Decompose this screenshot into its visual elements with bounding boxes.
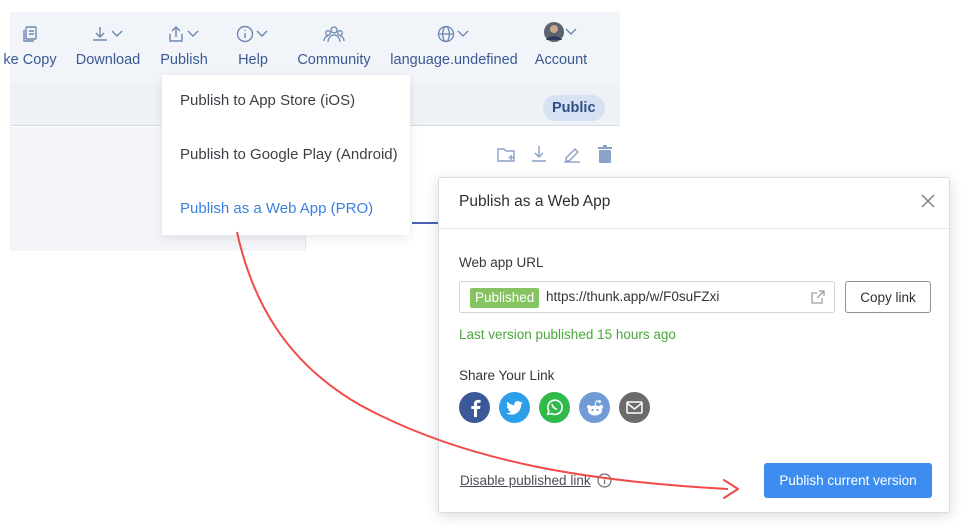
menu-item-web-app[interactable]: Publish as a Web App (PRO) bbox=[180, 200, 373, 217]
published-status-tag: Published bbox=[470, 288, 540, 308]
avatar bbox=[544, 22, 577, 42]
publish-current-version-button[interactable]: Publish current version bbox=[764, 463, 932, 498]
reddit-icon[interactable] bbox=[579, 392, 610, 423]
publish-web-app-dialog: Publish as a Web App Web app URL Publish… bbox=[438, 177, 950, 513]
external-link-icon[interactable] bbox=[810, 290, 825, 305]
publish-menu-button[interactable]: Publish bbox=[156, 12, 212, 84]
copy-icon bbox=[23, 26, 37, 42]
share-icon bbox=[169, 26, 199, 42]
visibility-badge[interactable]: Public bbox=[543, 95, 605, 121]
chevron-down-icon bbox=[457, 30, 469, 37]
email-icon[interactable] bbox=[619, 392, 650, 423]
info-icon bbox=[236, 25, 268, 43]
trash-icon[interactable] bbox=[596, 144, 614, 164]
close-icon[interactable] bbox=[919, 192, 937, 210]
add-folder-icon[interactable] bbox=[496, 144, 516, 164]
share-buttons bbox=[459, 392, 650, 423]
web-app-url-text[interactable]: https://thunk.app/w/F0suFZxi bbox=[546, 289, 719, 304]
whatsapp-icon[interactable] bbox=[539, 392, 570, 423]
account-label: Account bbox=[534, 52, 588, 68]
download-icon bbox=[93, 27, 123, 41]
dialog-divider bbox=[439, 228, 949, 229]
globe-icon bbox=[437, 25, 469, 43]
language-label: language.undefined bbox=[390, 52, 518, 68]
dialog-title: Publish as a Web App bbox=[459, 193, 611, 210]
help-menu-button[interactable]: Help bbox=[232, 12, 274, 84]
chevron-down-icon bbox=[256, 30, 268, 37]
help-label: Help bbox=[238, 52, 268, 68]
chevron-down-icon bbox=[565, 28, 577, 35]
chevron-down-icon bbox=[111, 30, 123, 37]
account-menu-button[interactable]: Account bbox=[532, 12, 590, 84]
tab-active-indicator bbox=[412, 222, 440, 224]
make-copy-button[interactable]: ke Copy bbox=[2, 12, 58, 84]
last-version-status: Last version published 15 hours ago bbox=[459, 327, 676, 342]
facebook-icon[interactable] bbox=[459, 392, 490, 423]
menu-item-google-play[interactable]: Publish to Google Play (Android) bbox=[180, 146, 398, 163]
item-actions bbox=[496, 144, 614, 164]
disable-published-link[interactable]: Disable published link bbox=[460, 473, 591, 488]
community-label: Community bbox=[297, 52, 371, 68]
copy-link-button[interactable]: Copy link bbox=[845, 281, 931, 313]
share-link-label: Share Your Link bbox=[459, 368, 555, 383]
community-button[interactable]: Community bbox=[294, 12, 374, 84]
menu-item-app-store[interactable]: Publish to App Store (iOS) bbox=[180, 92, 355, 109]
screen: ke Copy Download Publish Help Community … bbox=[0, 0, 963, 527]
publish-label: Publish bbox=[160, 52, 208, 68]
toolbar: ke Copy Download Publish Help Community … bbox=[3, 12, 620, 84]
make-copy-label: ke Copy bbox=[3, 52, 57, 68]
pencil-icon[interactable] bbox=[562, 144, 582, 164]
twitter-icon[interactable] bbox=[499, 392, 530, 423]
web-app-url-field[interactable]: Published https://thunk.app/w/F0suFZxi bbox=[459, 281, 835, 313]
download-label: Download bbox=[75, 52, 141, 68]
download-icon[interactable] bbox=[530, 144, 548, 164]
community-icon bbox=[323, 26, 345, 43]
info-icon[interactable] bbox=[597, 473, 612, 488]
chevron-down-icon bbox=[187, 30, 199, 37]
download-menu[interactable]: Download bbox=[70, 12, 146, 84]
publish-dropdown-menu: Publish to App Store (iOS) Publish to Go… bbox=[162, 75, 410, 235]
language-menu-button[interactable]: language.undefined bbox=[390, 12, 518, 84]
web-app-url-label: Web app URL bbox=[459, 255, 544, 270]
